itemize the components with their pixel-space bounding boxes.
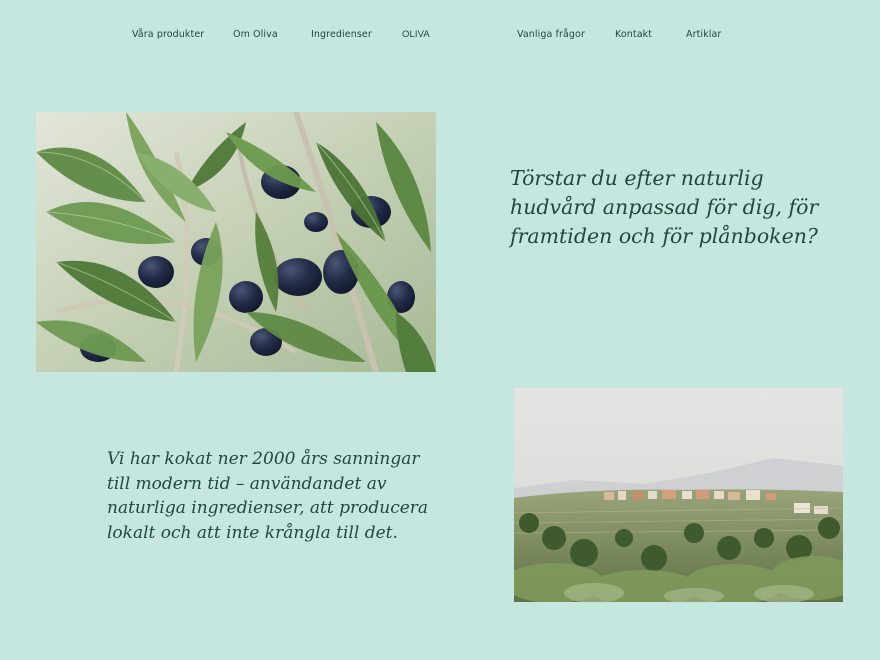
top-navigation: Våra produkter Om Oliva Ingredienser OLI…: [0, 0, 880, 70]
nav-link-faq[interactable]: Vanliga frågor: [517, 29, 585, 40]
hero-headline: Törstar du efter naturlig hudvård anpass…: [510, 166, 819, 248]
nav-link-about[interactable]: Om Oliva: [233, 29, 278, 40]
nav-link-products[interactable]: Våra produkter: [132, 29, 204, 40]
olive-grove-landscape-image: [514, 388, 843, 602]
brand-logo[interactable]: OLIVA: [402, 29, 430, 40]
nav-link-articles[interactable]: Artiklar: [686, 29, 721, 40]
olive-branch-image: [36, 112, 436, 372]
nav-link-contact[interactable]: Kontakt: [615, 29, 652, 40]
nav-link-ingredients[interactable]: Ingredienser: [311, 29, 372, 40]
about-text: Vi har kokat ner 2000 års sanningar till…: [107, 449, 429, 543]
